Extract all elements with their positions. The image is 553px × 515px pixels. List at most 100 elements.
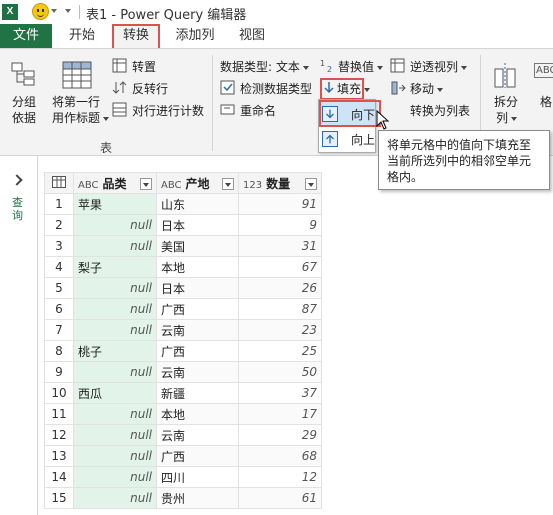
row-index[interactable]: 3 bbox=[44, 235, 74, 257]
quantity-cell[interactable]: 67 bbox=[238, 256, 322, 278]
quantity-cell[interactable]: 25 bbox=[238, 340, 322, 362]
transpose-button[interactable]: 转置 bbox=[112, 57, 212, 75]
origin-cell[interactable]: 四川 bbox=[156, 466, 239, 488]
category-cell[interactable]: null bbox=[73, 361, 157, 383]
table-menu-icon[interactable] bbox=[44, 172, 74, 194]
table-row[interactable]: 5 null 日本 26 bbox=[44, 277, 322, 299]
row-index[interactable]: 6 bbox=[44, 298, 74, 320]
row-index[interactable]: 10 bbox=[44, 382, 74, 404]
filter-dropdown-icon[interactable] bbox=[140, 177, 152, 190]
quantity-cell[interactable]: 29 bbox=[238, 424, 322, 446]
row-index[interactable]: 5 bbox=[44, 277, 74, 299]
quantity-cell[interactable]: 23 bbox=[238, 319, 322, 341]
chevron-right-icon[interactable] bbox=[11, 174, 23, 186]
category-cell[interactable]: 桃子 bbox=[73, 340, 157, 362]
category-cell[interactable]: null bbox=[73, 445, 157, 467]
origin-cell[interactable]: 新疆 bbox=[156, 382, 239, 404]
use-first-row-headers-button[interactable]: 将第一行 用作标题 bbox=[48, 59, 110, 129]
origin-cell[interactable]: 贵州 bbox=[156, 487, 239, 509]
quantity-cell[interactable]: 17 bbox=[238, 403, 322, 425]
tab-add-column[interactable]: 添加列 bbox=[170, 24, 220, 48]
tab-transform[interactable]: 转换 bbox=[112, 24, 160, 48]
table-row[interactable]: 13 null 广西 68 bbox=[44, 445, 322, 467]
quantity-cell[interactable]: 50 bbox=[238, 361, 322, 383]
split-column-button[interactable]: 拆分 列 bbox=[488, 59, 524, 129]
row-index[interactable]: 14 bbox=[44, 466, 74, 488]
category-cell[interactable]: null bbox=[73, 403, 157, 425]
row-index[interactable]: 1 bbox=[44, 193, 74, 215]
text-type-icon[interactable]: ABC bbox=[78, 180, 99, 191]
table-row[interactable]: 4 梨子 本地 67 bbox=[44, 256, 322, 278]
quantity-cell[interactable]: 91 bbox=[238, 193, 322, 215]
table-row[interactable]: 8 桃子 广西 25 bbox=[44, 340, 322, 362]
detect-data-type-button[interactable]: 检测数据类型 bbox=[220, 79, 316, 97]
group-by-button[interactable]: 分组 依据 bbox=[6, 59, 42, 129]
table-row[interactable]: 11 null 本地 17 bbox=[44, 403, 322, 425]
origin-cell[interactable]: 云南 bbox=[156, 424, 239, 446]
queries-label[interactable]: 查询 bbox=[12, 196, 26, 222]
smiley-chevron-down-icon[interactable] bbox=[51, 9, 57, 13]
rename-button[interactable]: 重命名 bbox=[220, 101, 316, 119]
filter-dropdown-icon[interactable] bbox=[305, 177, 317, 190]
quantity-cell[interactable]: 61 bbox=[238, 487, 322, 509]
origin-cell[interactable]: 本地 bbox=[156, 256, 239, 278]
category-cell[interactable]: null bbox=[73, 235, 157, 257]
text-type-icon[interactable]: ABC bbox=[161, 180, 182, 191]
category-cell[interactable]: 梨子 bbox=[73, 256, 157, 278]
replace-values-button[interactable]: 12 替换值 bbox=[320, 57, 386, 75]
table-row[interactable]: 9 null 云南 50 bbox=[44, 361, 322, 383]
origin-cell[interactable]: 广西 bbox=[156, 445, 239, 467]
category-cell[interactable]: null bbox=[73, 466, 157, 488]
category-cell[interactable]: 西瓜 bbox=[73, 382, 157, 404]
data-type-dropdown[interactable]: 数据类型: 文本 bbox=[220, 57, 316, 75]
quantity-cell[interactable]: 68 bbox=[238, 445, 322, 467]
category-cell[interactable]: 苹果 bbox=[73, 193, 157, 215]
row-index[interactable]: 8 bbox=[44, 340, 74, 362]
category-cell[interactable]: null bbox=[73, 214, 157, 236]
origin-cell[interactable]: 云南 bbox=[156, 361, 239, 383]
quick-access-chevron-down-icon[interactable] bbox=[65, 9, 71, 13]
reverse-rows-button[interactable]: 反转行 bbox=[112, 79, 212, 97]
category-cell[interactable]: null bbox=[73, 487, 157, 509]
format-button[interactable]: ABC 格 bbox=[532, 59, 553, 129]
table-row[interactable]: 10 西瓜 新疆 37 bbox=[44, 382, 322, 404]
row-index[interactable]: 12 bbox=[44, 424, 74, 446]
category-cell[interactable]: null bbox=[73, 319, 157, 341]
tab-home[interactable]: 开始 bbox=[62, 24, 102, 48]
row-index[interactable]: 15 bbox=[44, 487, 74, 509]
table-row[interactable]: 6 null 广西 87 bbox=[44, 298, 322, 320]
quantity-cell[interactable]: 37 bbox=[238, 382, 322, 404]
origin-cell[interactable]: 日本 bbox=[156, 277, 239, 299]
unpivot-button[interactable]: 逆透视列 bbox=[390, 57, 470, 75]
origin-cell[interactable]: 广西 bbox=[156, 340, 239, 362]
column-header-quantity[interactable]: 123 数量 bbox=[238, 172, 322, 194]
table-row[interactable]: 1 苹果 山东 91 bbox=[44, 193, 322, 215]
row-index[interactable]: 11 bbox=[44, 403, 74, 425]
table-row[interactable]: 7 null 云南 23 bbox=[44, 319, 322, 341]
column-header-category[interactable]: ABC 品类 bbox=[73, 172, 157, 194]
row-index[interactable]: 7 bbox=[44, 319, 74, 341]
table-row[interactable]: 14 null 四川 12 bbox=[44, 466, 322, 488]
row-index[interactable]: 9 bbox=[44, 361, 74, 383]
quantity-cell[interactable]: 12 bbox=[238, 466, 322, 488]
tab-file[interactable]: 文件 bbox=[0, 24, 52, 48]
origin-cell[interactable]: 广西 bbox=[156, 298, 239, 320]
excel-app-icon[interactable]: X bbox=[2, 4, 18, 20]
table-row[interactable]: 2 null 日本 9 bbox=[44, 214, 322, 236]
row-index[interactable]: 2 bbox=[44, 214, 74, 236]
quantity-cell[interactable]: 9 bbox=[238, 214, 322, 236]
category-cell[interactable]: null bbox=[73, 298, 157, 320]
table-row[interactable]: 15 null 贵州 61 bbox=[44, 487, 322, 509]
column-header-origin[interactable]: ABC 产地 bbox=[156, 172, 239, 194]
origin-cell[interactable]: 云南 bbox=[156, 319, 239, 341]
table-row[interactable]: 3 null 美国 31 bbox=[44, 235, 322, 257]
category-cell[interactable]: null bbox=[73, 424, 157, 446]
filter-dropdown-icon[interactable] bbox=[222, 177, 234, 190]
category-cell[interactable]: null bbox=[73, 277, 157, 299]
number-type-icon[interactable]: 123 bbox=[243, 180, 262, 191]
count-rows-button[interactable]: 对行进行计数 bbox=[112, 101, 212, 119]
tab-view[interactable]: 视图 bbox=[232, 24, 272, 48]
origin-cell[interactable]: 美国 bbox=[156, 235, 239, 257]
origin-cell[interactable]: 本地 bbox=[156, 403, 239, 425]
move-button[interactable]: 移动 bbox=[390, 79, 450, 97]
